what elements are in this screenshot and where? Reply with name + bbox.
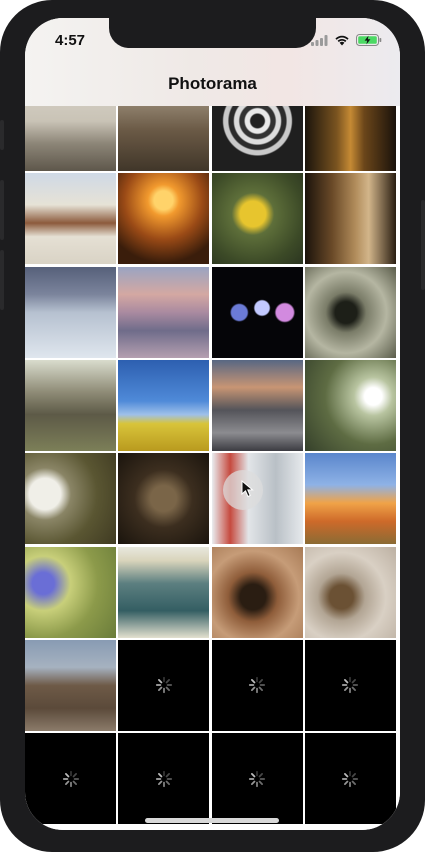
photo-grid[interactable] [25, 106, 400, 830]
photo-thumbnail-wine-glasses[interactable] [211, 266, 303, 358]
phone-device: 4:57 Photorama [0, 0, 425, 852]
photo-thumbnail-yellow-bird[interactable] [211, 173, 303, 265]
photo-cell-loading[interactable] [25, 733, 116, 825]
mute-switch [0, 120, 4, 150]
photo-cell-loading[interactable] [304, 639, 396, 731]
activity-spinner-icon [342, 770, 359, 787]
photo-thumbnail-bee[interactable] [211, 546, 303, 638]
photo-thumbnail-golf-ball[interactable] [25, 453, 116, 545]
cursor-icon [241, 480, 254, 498]
photo-thumbnail-rock[interactable] [118, 106, 210, 171]
photo-thumbnail-vintage-car[interactable] [118, 453, 210, 545]
photo-cell-loading[interactable] [118, 639, 210, 731]
activity-spinner-icon [155, 677, 172, 694]
notch [109, 18, 316, 48]
activity-spinner-icon [62, 770, 79, 787]
photo-thumbnail-rocky-coast[interactable] [211, 359, 303, 451]
photo-thumbnail-building-sign[interactable] [25, 173, 116, 265]
activity-spinner-icon [249, 677, 266, 694]
photo-thumbnail-old-church[interactable] [25, 359, 116, 451]
photo-thumbnail-sunset-sea[interactable] [118, 173, 210, 265]
activity-spinner-icon [249, 770, 266, 787]
photo-thumbnail-tulip-field[interactable] [304, 453, 396, 545]
home-indicator[interactable] [145, 818, 279, 823]
photo-thumbnail-bird-branches[interactable] [304, 266, 396, 358]
photo-thumbnail-snow-road[interactable] [25, 266, 116, 358]
photo-thumbnail-painting[interactable] [118, 546, 210, 638]
photo-cell-loading[interactable] [304, 733, 396, 825]
photo-cell-loading[interactable] [211, 639, 303, 731]
photo-cell-loading[interactable] [211, 733, 303, 825]
wifi-icon [335, 35, 349, 46]
photo-thumbnail-beach-dusk[interactable] [118, 266, 210, 358]
photo-thumbnail-sky-field[interactable] [118, 359, 210, 451]
side-button [421, 200, 425, 290]
activity-spinner-icon [342, 677, 359, 694]
navigation-bar: Photorama [25, 62, 400, 106]
volume-down-button [0, 250, 4, 310]
photo-thumbnail-mesa[interactable] [25, 639, 116, 731]
volume-up-button [0, 180, 4, 240]
battery-charging-icon [356, 34, 382, 46]
status-icons [311, 34, 382, 46]
status-time: 4:57 [55, 32, 86, 49]
photo-thumbnail-white-flower[interactable] [304, 359, 396, 451]
photo-cell-loading[interactable] [118, 733, 210, 825]
photo-thumbnail-lighthouse[interactable] [25, 106, 116, 171]
photo-thumbnail-spiral-stairs[interactable] [211, 106, 303, 171]
activity-spinner-icon [155, 770, 172, 787]
screen: 4:57 Photorama [25, 18, 400, 830]
photo-thumbnail-corridor[interactable] [304, 106, 396, 171]
cellular-icon [311, 34, 328, 46]
photo-thumbnail-duckling[interactable] [304, 546, 396, 638]
nav-title: Photorama [168, 74, 257, 93]
photo-thumbnail-blue-flowers[interactable] [25, 546, 116, 638]
photo-thumbnail-curtain[interactable] [304, 173, 396, 265]
status-bar: 4:57 [25, 18, 400, 62]
